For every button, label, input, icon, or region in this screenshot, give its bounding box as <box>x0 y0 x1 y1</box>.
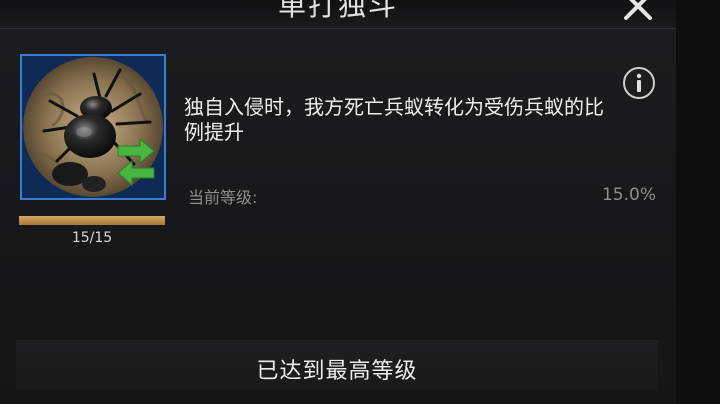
level-count: 15/15 <box>71 230 113 246</box>
current-level-value: 15.0% <box>601 185 656 205</box>
background-edge <box>676 0 720 404</box>
dialog-header: 单打独斗 <box>0 0 676 29</box>
info-button[interactable] <box>622 66 656 100</box>
current-level-label: 当前等级: <box>188 188 258 207</box>
close-icon <box>624 0 652 20</box>
level-progress-fill <box>19 216 165 225</box>
skill-dialog: 单打独斗 15/15 独自入侵时，我方死亡兵蚁转化为受伤兵蚁的比例提升 当前等级… <box>0 0 676 404</box>
ant-swap-icon <box>23 57 163 197</box>
level-progress-bar <box>19 216 165 225</box>
max-level-bar: 已达到最高等级 <box>16 340 658 391</box>
skill-icon <box>20 54 166 200</box>
dialog-title: 单打独斗 <box>277 0 398 22</box>
info-icon <box>623 67 655 99</box>
max-level-status: 已达到最高等级 <box>256 359 418 384</box>
close-button[interactable] <box>616 0 660 26</box>
skill-description: 独自入侵时，我方死亡兵蚁转化为受伤兵蚁的比例提升 <box>184 95 604 144</box>
